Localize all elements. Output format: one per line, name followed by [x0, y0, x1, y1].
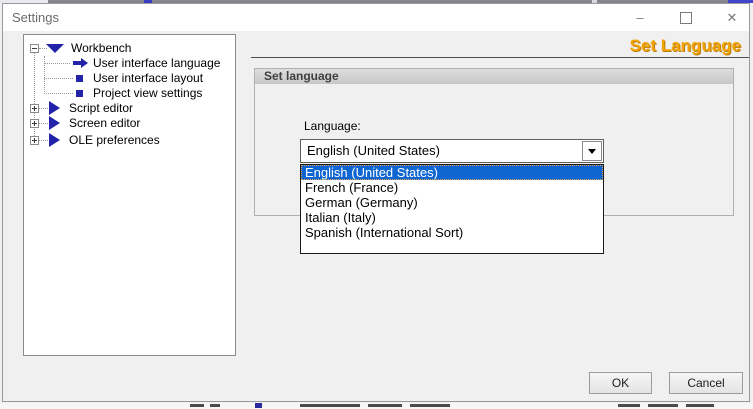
- background-app-strip: [0, 403, 753, 409]
- dropdown-option-english[interactable]: English (United States): [301, 165, 603, 180]
- collapsed-node-icon: [49, 101, 60, 115]
- tree-item-project-view-settings[interactable]: Project view settings: [76, 85, 202, 101]
- cancel-button[interactable]: Cancel: [669, 372, 743, 394]
- language-label: Language:: [304, 119, 361, 133]
- bullet-square-icon: [76, 90, 83, 97]
- close-icon: ✕: [727, 10, 738, 26]
- close-button[interactable]: ✕: [717, 4, 747, 31]
- tree-item-label: Workbench: [71, 41, 131, 55]
- dropdown-option-german[interactable]: German (Germany): [301, 195, 603, 210]
- tree-item-screen-editor[interactable]: Screen editor: [30, 115, 140, 131]
- selected-item-arrow-icon: [73, 58, 88, 68]
- minimize-button[interactable]: –: [625, 4, 655, 31]
- dropdown-option-french[interactable]: French (France): [301, 180, 603, 195]
- language-combobox[interactable]: English (United States): [300, 139, 604, 163]
- maximize-button[interactable]: [671, 4, 701, 31]
- tree-item-user-interface-layout[interactable]: User interface layout: [76, 70, 203, 86]
- chevron-down-icon: [588, 149, 596, 154]
- tree-item-ole-preferences[interactable]: OLE preferences: [30, 132, 160, 148]
- combobox-dropdown-button[interactable]: [582, 141, 602, 161]
- groupbox-header: Set language: [255, 69, 733, 84]
- settings-dialog: Settings – ✕ Workbench User interface la…: [2, 3, 750, 402]
- ok-button[interactable]: OK: [589, 372, 652, 394]
- dropdown-option-italian[interactable]: Italian (Italy): [301, 210, 603, 225]
- window-title: Settings: [12, 4, 59, 31]
- tree-connector: [44, 56, 45, 94]
- tree-item-user-interface-language[interactable]: User interface language: [73, 55, 220, 71]
- bullet-square-icon: [76, 75, 83, 82]
- dropdown-option-spanish[interactable]: Spanish (International Sort): [301, 225, 603, 240]
- tree-connector: [44, 78, 73, 79]
- collapse-icon[interactable]: [30, 44, 39, 53]
- page-title: Set Language: [630, 36, 741, 56]
- language-dropdown-list: English (United States) French (France) …: [300, 164, 604, 254]
- expand-icon[interactable]: [30, 104, 39, 113]
- collapsed-node-icon: [49, 133, 60, 147]
- tree-connector: [44, 63, 70, 64]
- tree-connector: [44, 93, 73, 94]
- tree-item-workbench[interactable]: Workbench: [30, 40, 131, 56]
- tree-item-label: Screen editor: [69, 116, 140, 130]
- maximize-icon: [680, 12, 692, 24]
- tree-item-script-editor[interactable]: Script editor: [30, 100, 133, 116]
- expand-icon[interactable]: [30, 136, 39, 145]
- tree-item-label: Script editor: [69, 101, 133, 115]
- background-app-fragment: [255, 403, 262, 408]
- expanded-node-icon: [46, 44, 64, 53]
- tree-item-label: Project view settings: [93, 86, 202, 100]
- heading-divider: [251, 57, 749, 58]
- expand-icon[interactable]: [30, 119, 39, 128]
- combobox-value: English (United States): [307, 140, 440, 162]
- minimize-icon: –: [636, 10, 643, 25]
- tree-item-label: User interface language: [93, 56, 220, 70]
- title-bar: Settings – ✕: [3, 4, 749, 31]
- tree-item-label: User interface layout: [93, 71, 203, 85]
- tree-item-label: OLE preferences: [69, 133, 160, 147]
- collapsed-node-icon: [49, 116, 60, 130]
